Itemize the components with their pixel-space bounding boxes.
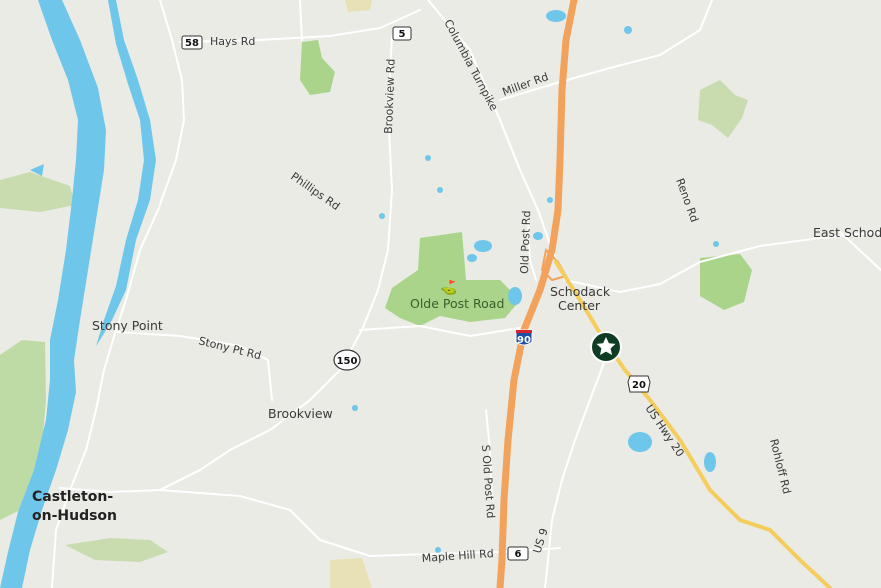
pond [467, 254, 477, 262]
svg-text:58: 58 [185, 38, 199, 49]
location-marker[interactable] [590, 331, 622, 363]
shield-interstate-90: 90 [515, 329, 533, 346]
pond [547, 197, 553, 203]
pond [508, 287, 522, 305]
pond [437, 187, 443, 193]
pond [713, 241, 719, 247]
label-schodack-center-line2: Center [558, 298, 601, 313]
pond [379, 213, 385, 219]
pond [352, 405, 358, 411]
pond [425, 155, 431, 161]
map-canvas[interactable]: ⛳ Hays Rd Brookview Rd Columbia Turnpike… [0, 0, 881, 588]
pond [533, 232, 543, 240]
pond [546, 10, 566, 22]
pond [628, 432, 652, 452]
pond [624, 26, 632, 34]
svg-text:5: 5 [399, 29, 406, 40]
shield-us-20: 20 [627, 375, 651, 393]
svg-text:20: 20 [632, 380, 646, 391]
shield-route-58: 58 [181, 35, 203, 50]
svg-text:90: 90 [517, 335, 531, 346]
svg-text:6: 6 [515, 549, 522, 560]
pond [704, 452, 716, 472]
map-view[interactable]: ⛳ Hays Rd Brookview Rd Columbia Turnpike… [0, 0, 881, 588]
svg-text:150: 150 [337, 356, 358, 367]
label-old-post-rd: Old Post Rd [518, 210, 533, 274]
label-castleton-line1: Castleton- [32, 489, 113, 505]
golf-flag-icon: ⛳ [440, 279, 457, 296]
pond [474, 240, 492, 252]
label-east-schodack: East Schoda [813, 225, 881, 240]
shield-route-5: 5 [392, 26, 412, 41]
label-brookview: Brookview [268, 406, 333, 421]
label-hays-rd: Hays Rd [210, 35, 255, 48]
shield-route-150: 150 [333, 349, 361, 371]
label-olde-post-road: Olde Post Road [410, 296, 504, 311]
label-brookview-rd: Brookview Rd [382, 59, 398, 135]
label-schodack-center-line1: Schodack [550, 284, 611, 299]
shield-route-6: 6 [507, 546, 529, 561]
label-castleton-line2: on-Hudson [32, 508, 117, 524]
label-stony-point: Stony Point [92, 318, 163, 333]
